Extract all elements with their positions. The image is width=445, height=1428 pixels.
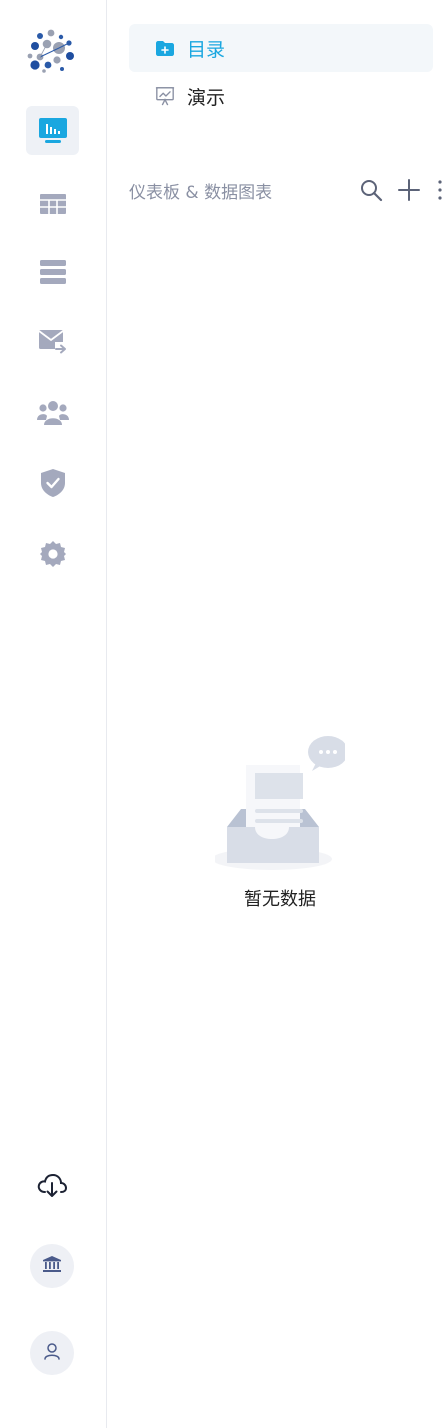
empty-state-text: 暂无数据 [244, 889, 316, 910]
nav-item-label: 目录 [187, 38, 226, 61]
users-group-icon [36, 398, 69, 426]
sidebar-rail [0, 0, 107, 1428]
sidebar-item-table[interactable] [26, 179, 79, 228]
sidebar-item-security[interactable] [26, 458, 79, 507]
section-actions [359, 178, 445, 202]
app-window: 目录 演示 仪表板 & 数据图表 暂无数据 [0, 0, 445, 1428]
more-vertical-icon[interactable] [435, 178, 445, 202]
folder-plus-icon [155, 38, 175, 58]
dashboard-chart-icon [38, 116, 68, 146]
main-panel: 目录 演示 仪表板 & 数据图表 暂无数据 [107, 0, 445, 1428]
plus-icon[interactable] [397, 178, 421, 202]
nav-item-label: 演示 [187, 86, 226, 109]
empty-state: 暂无数据 [212, 735, 348, 915]
sidebar-item-list[interactable] [26, 247, 79, 296]
presentation-board-icon [155, 86, 175, 106]
mail-forward-icon [37, 328, 68, 354]
shield-check-icon [40, 468, 66, 498]
sidebar-item-users[interactable] [26, 387, 79, 436]
table-grid-icon [39, 192, 67, 216]
gear-icon [39, 540, 67, 568]
download-button[interactable] [30, 1165, 74, 1209]
sidebar-item-mail[interactable] [26, 316, 79, 365]
nav-item-catalog[interactable]: 目录 [129, 24, 433, 72]
nav-item-presentation[interactable]: 演示 [129, 72, 433, 120]
account-button[interactable] [30, 1331, 74, 1375]
org-network-logo[interactable] [26, 27, 78, 75]
search-icon[interactable] [359, 178, 383, 202]
section-header: 仪表板 & 数据图表 [129, 172, 445, 208]
cloud-download-icon [37, 1172, 68, 1202]
user-icon [43, 1342, 61, 1364]
section-title: 仪表板 & 数据图表 [129, 182, 273, 203]
bank-icon [42, 1255, 62, 1277]
sidebar-item-settings[interactable] [26, 529, 79, 578]
list-stack-icon [39, 259, 67, 285]
institution-button[interactable] [30, 1244, 74, 1288]
sidebar-item-dashboard[interactable] [26, 106, 79, 155]
empty-inbox-illustration [212, 736, 348, 870]
